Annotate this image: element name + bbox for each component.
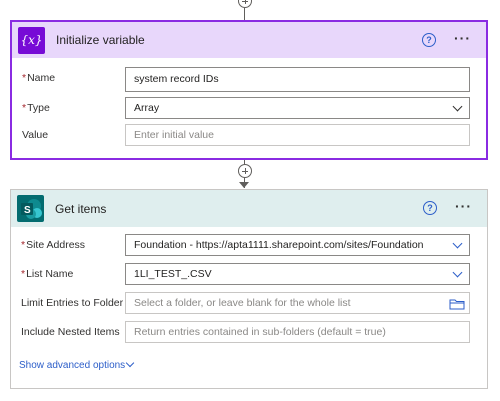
help-icon[interactable]: ? [422,33,436,47]
type-label: *Type [22,102,50,114]
connector-line-top [244,8,245,20]
get-items-card[interactable]: S Get items ? ··· *Site Address Foundati… [10,189,488,389]
more-options-icon[interactable]: ··· [454,31,470,47]
variable-icon-text: {x} [20,33,43,47]
required-mark: * [22,72,27,84]
chevron-down-icon[interactable] [125,358,135,368]
initialize-variable-card[interactable]: {x} Initialize variable ? ··· *Name syst… [10,20,488,160]
arrow-down-icon [239,182,249,188]
required-mark: * [21,268,26,280]
list-name-label: *List Name [21,268,74,280]
add-step-top-icon[interactable] [238,0,252,8]
required-mark: * [22,102,27,114]
folder-icon[interactable] [449,297,465,313]
nested-items-label: Include Nested Items [21,326,120,338]
initialize-variable-title: Initialize variable [56,33,145,47]
value-input[interactable]: Enter initial value [125,124,470,146]
value-label: Value [22,129,49,141]
more-options-icon[interactable]: ··· [455,199,471,215]
get-items-header[interactable]: S Get items ? ··· [11,190,487,227]
get-items-title: Get items [55,201,107,216]
site-address-select[interactable]: Foundation - https://apta1111.sharepoint… [125,234,470,256]
initialize-variable-header[interactable]: {x} Initialize variable ? ··· [12,22,486,58]
nested-items-input[interactable]: Return entries contained in sub-folders … [125,321,470,343]
chevron-down-icon [452,238,463,249]
required-mark: * [21,239,26,251]
name-input[interactable]: system record IDs [125,67,470,92]
site-address-label: *Site Address [21,239,86,251]
sharepoint-icon: S [17,195,44,222]
chevron-down-icon [452,101,463,112]
chevron-down-icon [452,267,463,278]
limit-entries-input[interactable]: Select a folder, or leave blank for the … [125,292,470,314]
list-name-select[interactable]: 1LI_TEST_.CSV [125,263,470,285]
type-select[interactable]: Array [125,97,470,119]
show-advanced-options-link[interactable]: Show advanced options [19,360,125,371]
limit-entries-label: Limit Entries to Folder [21,297,124,309]
help-icon[interactable]: ? [423,201,437,215]
variable-icon: {x} [18,26,45,54]
svg-text:S: S [24,205,31,216]
add-step-icon[interactable] [238,164,252,178]
name-label: *Name [22,72,56,84]
